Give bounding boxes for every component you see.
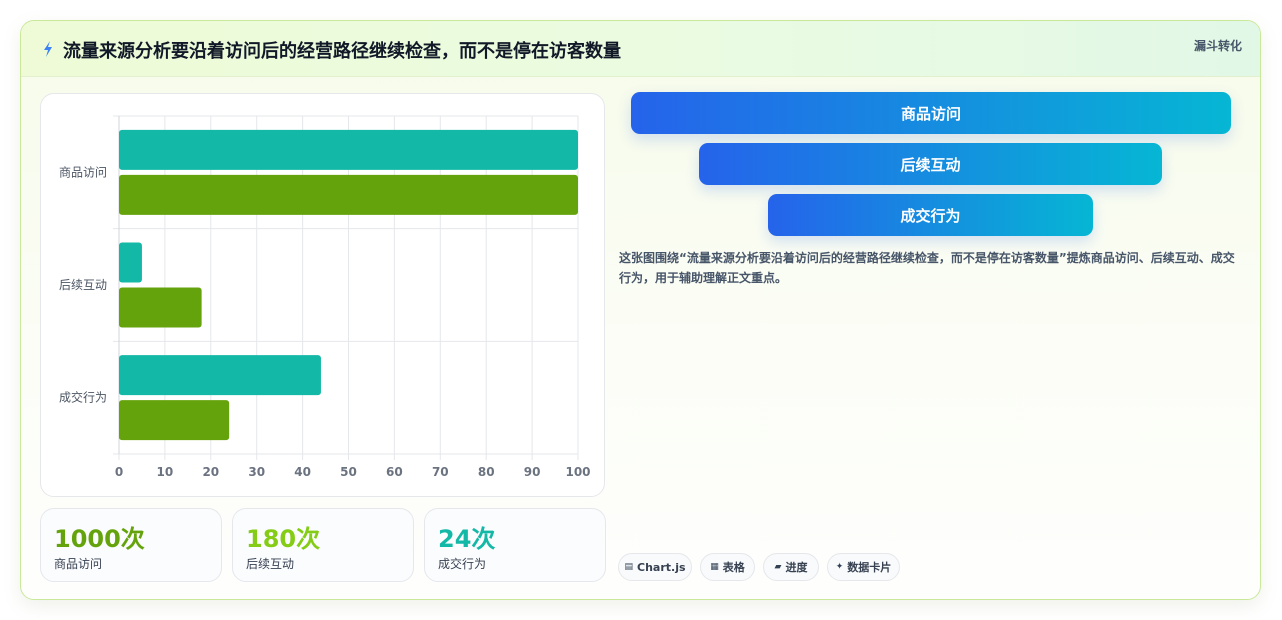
stat-value: 24次: [438, 525, 496, 553]
x-tick-label: 60: [386, 465, 403, 479]
funnel-step-deal: 成交行为: [768, 194, 1093, 236]
x-tick-label: 0: [115, 465, 123, 479]
bar-chart: 0 10 20 30 40 50 60 70 80 90 100 商品访问后续互动成交行为: [40, 93, 605, 497]
x-tick-label: 10: [157, 465, 174, 479]
pill-label: 进度: [785, 561, 808, 574]
x-tick-label: 40: [294, 465, 311, 479]
bar-1-1: [119, 287, 202, 328]
bar-2-1: [119, 400, 230, 441]
stat-card-interaction: 180次 后续互动: [232, 508, 414, 582]
chart-description: 这张图围绕“流量来源分析要沿着访问后的经营路径继续检查，而不是停在访客数量”提炼…: [619, 251, 1235, 285]
y-tick-label: 商品访问: [59, 164, 107, 179]
sparkle-icon: ✦: [835, 562, 844, 572]
x-tick-label: 20: [202, 465, 219, 479]
funnel-step-visits: 商品访问: [631, 92, 1231, 134]
pill-label: Chart.js: [637, 560, 686, 574]
chart-icon: ▤: [624, 562, 633, 572]
x-tick-label: 30: [248, 465, 265, 479]
card: 流量来源分析要沿着访问后的经营路径继续检查，而不是停在访客数量 漏斗转化 0 10…: [20, 20, 1261, 600]
stat-label: 成交行为: [438, 557, 487, 571]
x-tick-label: 70: [432, 465, 449, 479]
page-title: 流量来源分析要沿着访问后的经营路径继续检查，而不是停在访客数量: [63, 41, 621, 62]
funnel-step-interaction: 后续互动: [699, 143, 1162, 185]
pill-label: 表格: [722, 561, 745, 574]
card-header: 流量来源分析要沿着访问后的经营路径继续检查，而不是停在访客数量 漏斗转化: [21, 21, 1260, 77]
y-tick-label: 成交行为: [59, 390, 107, 405]
stat-value: 180次: [246, 525, 321, 553]
x-tick-label: 50: [340, 465, 357, 479]
bar-1-0: [119, 242, 142, 283]
stat-label: 商品访问: [54, 557, 103, 571]
chart-svg: 0 10 20 30 40 50 60 70 80 90 100 商品访问后续互动成交行为: [59, 115, 591, 479]
bar-0-1: [119, 174, 578, 215]
table-icon: ▦: [710, 562, 719, 572]
pill-progress[interactable]: ▰ 进度: [763, 553, 819, 581]
bar-0-0: [119, 129, 578, 170]
x-tick-label: 100: [565, 465, 590, 479]
pill-label: 数据卡片: [847, 561, 892, 574]
pill-chartjs[interactable]: ▤ Chart.js: [618, 553, 692, 581]
lightning-icon: [44, 41, 52, 57]
category-tag: 漏斗转化: [1193, 39, 1242, 53]
x-tick-label: 80: [478, 465, 495, 479]
pill-table[interactable]: ▦ 表格: [700, 553, 755, 581]
bar-2-0: [119, 355, 321, 396]
pill-data-card[interactable]: ✦ 数据卡片: [827, 553, 900, 581]
stat-label: 后续互动: [246, 557, 295, 571]
x-tick-label: 90: [524, 465, 541, 479]
y-tick-label: 后续互动: [59, 278, 107, 292]
progress-icon: ▰: [774, 562, 782, 572]
stat-value: 1000次: [54, 525, 145, 553]
stat-card-deal: 24次 成交行为: [424, 508, 606, 582]
stat-card-visits: 1000次 商品访问: [40, 508, 222, 582]
